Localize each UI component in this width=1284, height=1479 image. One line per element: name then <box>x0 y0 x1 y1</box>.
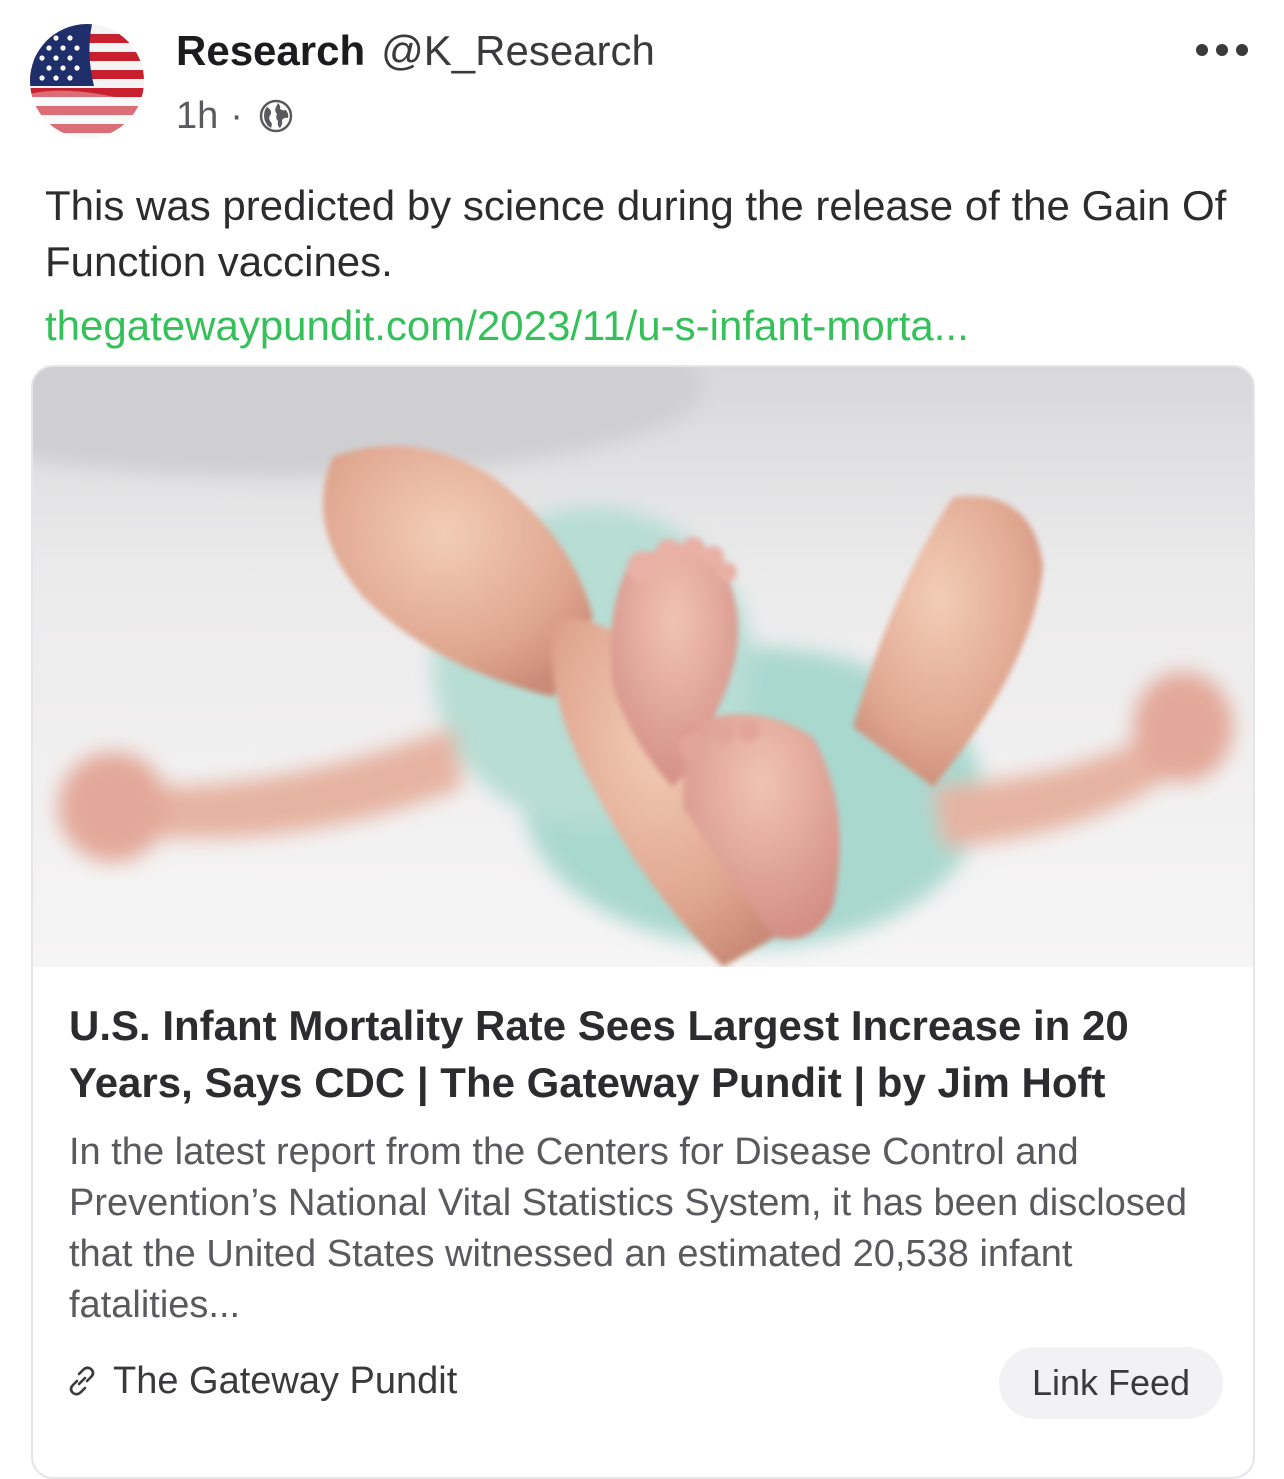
more-options-icon[interactable] <box>1196 38 1248 62</box>
post-text: This was predicted by science during the… <box>45 182 1227 285</box>
link-preview-card[interactable]: U.S. Infant Mortality Rate Sees Largest … <box>31 365 1255 1479</box>
infant-feet-photo[interactable] <box>33 367 1253 967</box>
meta-separator: · <box>230 95 243 137</box>
american-flag-icon <box>30 24 144 138</box>
card-description: In the latest report from the Centers fo… <box>69 1131 1188 1326</box>
card-source[interactable]: The Gateway Pundit <box>65 1357 457 1405</box>
globe-icon <box>259 99 293 133</box>
more-dot <box>1196 44 1208 56</box>
more-dot <box>1236 44 1248 56</box>
post-meta: 1h · <box>176 92 293 140</box>
card-title[interactable]: U.S. Infant Mortality Rate Sees Largest … <box>69 997 1219 1111</box>
post-link[interactable]: thegatewaypundit.com/2023/11/u-s-infant-… <box>45 298 1245 354</box>
post: Research @K_Research 1h · This was predic… <box>0 0 1284 1479</box>
more-dot <box>1216 44 1228 56</box>
card-source-name: The Gateway Pundit <box>113 1360 458 1402</box>
link-icon <box>69 1366 95 1396</box>
avatar[interactable] <box>30 24 144 138</box>
link-feed-button[interactable]: Link Feed <box>999 1347 1223 1419</box>
author-handle[interactable]: @K_Research <box>381 27 655 74</box>
author-line: Research @K_Research <box>176 26 655 76</box>
author-display-name[interactable]: Research <box>176 27 365 74</box>
post-time: 1h <box>176 95 219 137</box>
